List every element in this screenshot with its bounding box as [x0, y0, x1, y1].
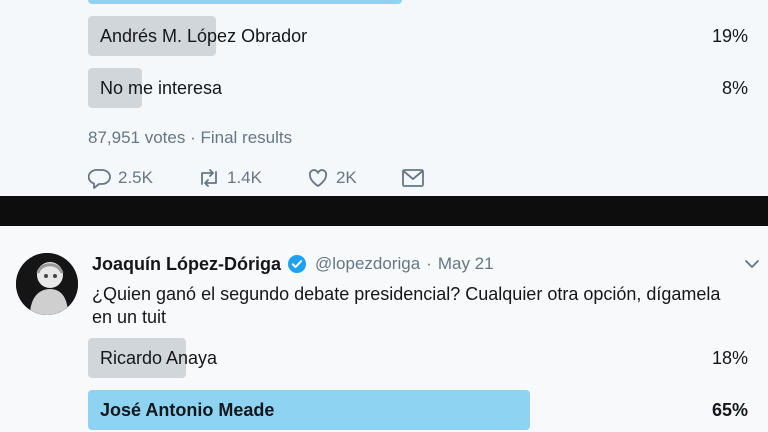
poll-option-label: José Antonio Meade	[100, 400, 275, 420]
tweet-text: ¿Quien ganó el segundo debate presidenci…	[92, 284, 721, 327]
poll-bar-winner-partial	[88, 0, 402, 4]
poll-option-percent: 18%	[711, 348, 748, 368]
direct-message-button[interactable]	[401, 167, 425, 189]
lopezdoriga-tweet: Joaquín López-Dóriga @lopezdoriga · May …	[0, 226, 768, 432]
poll-option-percent: 8%	[721, 78, 748, 98]
like-button[interactable]: 2K	[306, 167, 357, 189]
poll-option-amlo: Andrés M. López Obrador 19%	[88, 16, 748, 56]
reply-button[interactable]: 2.5K	[88, 167, 153, 189]
poll-meta: 87,951 votes · Final results	[88, 128, 293, 147]
poll-option-percent: 65%	[711, 400, 748, 420]
tweet-date[interactable]: May 21	[438, 254, 494, 274]
poll-option-label: Ricardo Anaya	[100, 348, 218, 368]
tweet-header: Joaquín López-Dóriga @lopezdoriga · May …	[92, 251, 494, 277]
tweet-actions: 2.5K 1.4K 2K	[88, 164, 469, 192]
header-separator: ·	[426, 254, 432, 273]
retweet-count: 1.4K	[226, 168, 262, 187]
chevron-down-icon[interactable]	[744, 258, 760, 270]
poll-option-label: No me interesa	[100, 78, 223, 98]
reply-icon	[88, 169, 111, 189]
black-divider	[0, 196, 768, 226]
poll-option-percent: 19%	[711, 26, 748, 46]
direct-message-icon	[401, 169, 424, 187]
previous-tweet-poll: Andrés M. López Obrador 19% No me intere…	[0, 0, 768, 196]
author-name[interactable]: Joaquín López-Dóriga	[92, 254, 281, 275]
verified-badge-icon	[288, 255, 306, 273]
avatar[interactable]	[16, 253, 78, 315]
poll-option-ricardo-anaya: Ricardo Anaya 18%	[88, 338, 748, 378]
like-count: 2K	[335, 168, 357, 187]
author-handle[interactable]: @lopezdoriga	[315, 254, 420, 274]
poll-option-jose-antonio-meade: José Antonio Meade 65%	[88, 390, 748, 430]
retweet-icon	[201, 169, 217, 187]
retweet-button[interactable]: 1.4K	[197, 167, 262, 189]
avatar-photo	[16, 253, 78, 315]
like-icon	[308, 169, 328, 187]
poll-option-label: Andrés M. López Obrador	[100, 26, 308, 46]
reply-count: 2.5K	[118, 168, 153, 187]
poll-option-no-me-interesa: No me interesa 8%	[88, 68, 748, 108]
